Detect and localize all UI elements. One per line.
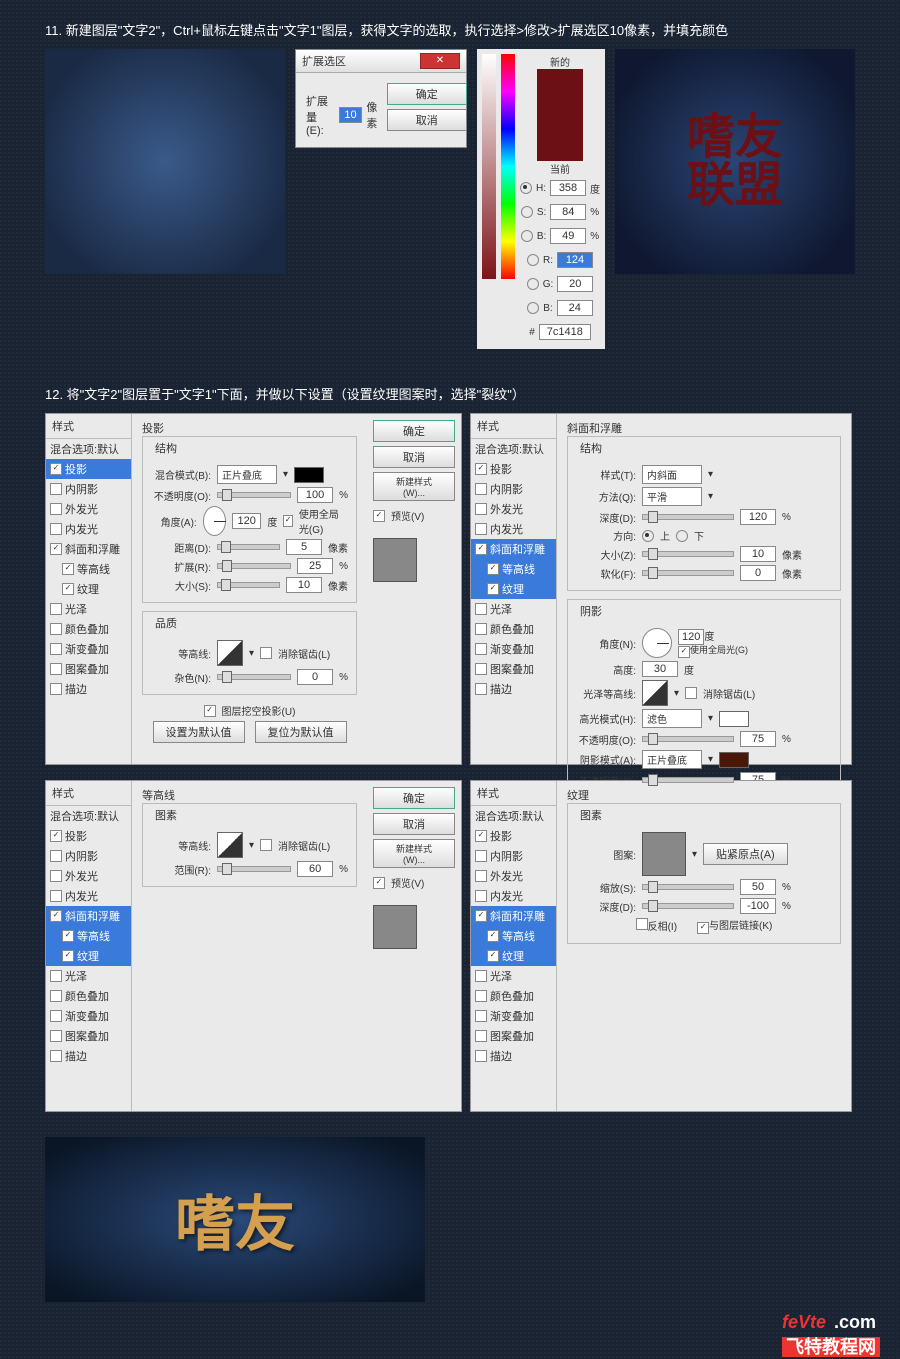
layerstyle-contour: 样式 混合选项:默认 投影 内阴影 外发光 内发光 斜面和浮雕 等高线 纹理 光… (45, 780, 462, 1112)
step-11-text: 11. 新建图层"文字2"，Ctrl+鼠标左键点击"文字1"图层，获得文字的选取… (0, 0, 900, 49)
styles-header: 样式 (46, 414, 131, 439)
expand-unit: 像素 (366, 99, 378, 131)
invert-cb[interactable] (636, 918, 648, 930)
hex-input[interactable]: 7c1418 (539, 324, 591, 340)
ok-button[interactable]: 确定 (387, 83, 467, 105)
new-swatch (537, 69, 583, 115)
reset-default-button[interactable]: 复位为默认值 (255, 721, 347, 743)
current-label: 当前 (550, 161, 570, 176)
cancel-button[interactable]: 取消 (373, 446, 455, 468)
g-radio[interactable] (527, 278, 539, 290)
noise-slider[interactable] (217, 674, 291, 680)
b-radio[interactable] (521, 230, 533, 242)
color-picker: 新的 当前 H:358度 S:84% B:49% R:124 G:20 B:24… (477, 49, 605, 349)
set-default-button[interactable]: 设置为默认值 (153, 721, 245, 743)
layerstyle-bevel: 样式 混合选项:默认 投影 内阴影 外发光 内发光 斜面和浮雕 等高线 纹理 光… (470, 413, 852, 765)
preview-red-text: 嗜友 联盟 (615, 49, 855, 274)
blend-select[interactable]: 正片叠底 (217, 465, 277, 484)
h-input[interactable]: 358 (550, 180, 586, 196)
style-inner-shadow[interactable]: 内阴影 (46, 479, 131, 499)
current-swatch (537, 115, 583, 161)
cancel-button[interactable]: 取消 (387, 109, 467, 131)
style-bevel[interactable]: 斜面和浮雕 (46, 539, 131, 559)
layerstyle-texture: 样式 混合选项:默认 投影 内阴影 外发光 内发光 斜面和浮雕 等高线 纹理 光… (470, 780, 852, 1112)
angle-dial[interactable] (203, 506, 226, 536)
hue-strip[interactable] (501, 54, 515, 279)
dist-slider[interactable] (217, 544, 280, 550)
new-style-button[interactable]: 新建样式(W)... (373, 472, 455, 501)
contour-picker[interactable] (217, 640, 243, 666)
saturation-strip[interactable] (482, 54, 496, 279)
expand-input[interactable]: 10 (339, 107, 363, 123)
b-input[interactable]: 49 (550, 228, 586, 244)
expand-label: 扩展量(E): (306, 93, 335, 137)
bv-input[interactable]: 24 (557, 300, 593, 316)
style-texture[interactable]: 纹理 (46, 579, 131, 599)
ok-button[interactable]: 确定 (373, 420, 455, 442)
r-input[interactable]: 124 (557, 252, 593, 268)
preview-selection (45, 49, 285, 274)
dir-up[interactable] (642, 530, 654, 542)
cb-drop[interactable] (50, 463, 62, 475)
global-cb[interactable] (283, 515, 293, 527)
blend-options[interactable]: 混合选项:默认 (46, 439, 131, 459)
style-stroke[interactable]: 描边 (46, 679, 131, 699)
new-label: 新的 (550, 54, 570, 69)
style-drop-shadow[interactable]: 投影 (46, 459, 131, 479)
opacity-slider[interactable] (217, 492, 291, 498)
dir-down[interactable] (676, 530, 688, 542)
bevel-style-select[interactable]: 内斜面 (642, 465, 702, 484)
size-slider[interactable] (217, 582, 280, 588)
link-cb[interactable] (697, 922, 709, 934)
layerstyle-drop-shadow: 样式 混合选项:默认 投影 内阴影 外发光 内发光 斜面和浮雕 等高线 纹理 光… (45, 413, 462, 765)
snap-button[interactable]: 贴紧原点(A) (703, 843, 788, 865)
style-outer-glow[interactable]: 外发光 (46, 499, 131, 519)
r-radio[interactable] (527, 254, 539, 266)
section-title: 投影 (142, 420, 357, 436)
shadow-color[interactable] (294, 467, 324, 483)
style-color-overlay[interactable]: 颜色叠加 (46, 619, 131, 639)
final-result: 嗜友 (45, 1137, 425, 1302)
g-input[interactable]: 20 (557, 276, 593, 292)
knockout-cb[interactable] (204, 705, 216, 717)
preview-swatch (373, 538, 417, 582)
dialog-title: 扩展选区 (302, 53, 346, 69)
style-inner-glow[interactable]: 内发光 (46, 519, 131, 539)
spread-slider[interactable] (217, 563, 291, 569)
h-radio[interactable] (520, 182, 532, 194)
style-grad-overlay[interactable]: 渐变叠加 (46, 639, 131, 659)
s-input[interactable]: 84 (550, 204, 586, 220)
pattern-picker[interactable] (642, 832, 686, 876)
style-pat-overlay[interactable]: 图案叠加 (46, 659, 131, 679)
style-satin[interactable]: 光泽 (46, 599, 131, 619)
watermark: feVte.com 飞特教程网 (0, 1312, 900, 1359)
style-contour[interactable]: 等高线 (46, 559, 131, 579)
s-radio[interactable] (521, 206, 533, 218)
expand-dialog: 扩展选区 ✕ 扩展量(E): 10 像素 确定 取消 (295, 49, 467, 148)
bv-radio[interactable] (527, 302, 539, 314)
close-icon[interactable]: ✕ (420, 53, 460, 69)
preview-cb[interactable] (373, 510, 385, 522)
step-12-text: 12. 将"文字2"图层置于"文字1"下面，并做以下设置（设置纹理图案时，选择"… (0, 364, 900, 413)
bevel-tech-select[interactable]: 平滑 (642, 487, 702, 506)
